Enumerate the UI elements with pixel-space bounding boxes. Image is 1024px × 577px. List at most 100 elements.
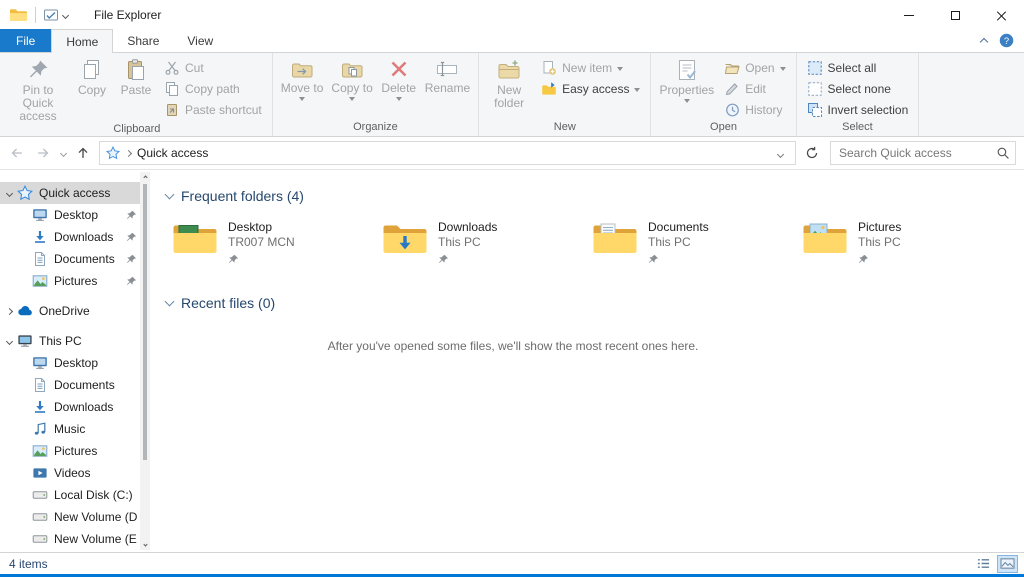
up-button[interactable] bbox=[70, 140, 96, 166]
copy-button[interactable]: Copy bbox=[70, 55, 114, 97]
disk-drive-icon bbox=[32, 531, 48, 547]
section-chevron-icon bbox=[164, 296, 175, 306]
breadcrumb-quick-access[interactable]: Quick access bbox=[133, 142, 212, 164]
select-none-button[interactable]: Select none bbox=[801, 78, 915, 99]
sidebar-item-new-volume-d[interactable]: New Volume (D: bbox=[0, 506, 150, 528]
sidebar-item-music[interactable]: Music bbox=[0, 418, 150, 440]
copy-to-button[interactable]: Copy to bbox=[327, 55, 376, 101]
details-view-button[interactable] bbox=[973, 555, 994, 573]
scroll-down-button[interactable] bbox=[140, 539, 150, 550]
sidebar-item-pictures-pinned[interactable]: Pictures bbox=[0, 270, 150, 292]
minimize-ribbon-chevron-icon[interactable] bbox=[979, 37, 989, 47]
paste-shortcut-button[interactable]: Paste shortcut bbox=[158, 99, 268, 120]
chevron-right-icon[interactable] bbox=[3, 305, 15, 317]
minimize-button[interactable] bbox=[886, 0, 932, 30]
folder-tile-pictures[interactable]: Pictures This PC bbox=[800, 218, 1010, 267]
folder-tile-desktop[interactable]: Desktop TR007 MCN bbox=[170, 218, 380, 267]
paste-icon bbox=[124, 58, 148, 82]
sidebar-item-quick-access[interactable]: Quick access bbox=[0, 182, 150, 204]
history-button[interactable]: History bbox=[718, 99, 791, 120]
sidebar-item-videos[interactable]: Videos bbox=[0, 462, 150, 484]
new-folder-button[interactable]: New folder bbox=[483, 55, 535, 110]
sidebar-item-desktop[interactable]: Desktop bbox=[0, 352, 150, 374]
tab-view[interactable]: View bbox=[173, 29, 227, 52]
sidebar-item-documents-pinned[interactable]: Documents bbox=[0, 248, 150, 270]
paste-button[interactable]: Paste bbox=[114, 55, 158, 97]
sidebar-item-documents[interactable]: Documents bbox=[0, 374, 150, 396]
breadcrumb-chevron-icon[interactable] bbox=[124, 149, 133, 157]
back-button[interactable] bbox=[4, 140, 30, 166]
delete-button[interactable]: Delete bbox=[377, 55, 421, 101]
search-input[interactable] bbox=[839, 146, 996, 160]
section-title: Recent files (0) bbox=[181, 295, 276, 311]
group-label-open: Open bbox=[710, 121, 737, 133]
refresh-button[interactable] bbox=[799, 140, 825, 166]
tab-share[interactable]: Share bbox=[113, 29, 173, 52]
frequent-folders-header[interactable]: Frequent folders (4) bbox=[162, 180, 1024, 206]
dropdown-arrow-icon bbox=[349, 97, 356, 101]
frequent-folders-tiles: Desktop TR007 MCN Downloads This PC Docu… bbox=[162, 206, 1024, 271]
easy-access-button[interactable]: Easy access bbox=[535, 78, 646, 99]
dropdown-arrow-icon bbox=[634, 87, 641, 92]
invert-selection-button[interactable]: Invert selection bbox=[801, 99, 915, 120]
folder-tile-downloads[interactable]: Downloads This PC bbox=[380, 218, 590, 267]
chevron-down-icon[interactable] bbox=[3, 187, 15, 199]
edit-pencil-icon bbox=[724, 81, 740, 97]
new-item-button[interactable]: New item bbox=[535, 57, 646, 78]
scroll-up-button[interactable] bbox=[140, 172, 150, 183]
copy-icon bbox=[80, 58, 104, 82]
close-button[interactable] bbox=[978, 0, 1024, 30]
search-magnifier-icon[interactable] bbox=[996, 146, 1010, 160]
tile-location: This PC bbox=[648, 235, 691, 249]
tab-file[interactable]: File bbox=[0, 29, 52, 52]
dropdown-arrow-icon bbox=[617, 66, 624, 71]
tile-location: This PC bbox=[438, 235, 481, 249]
sidebar-item-downloads-pinned[interactable]: Downloads bbox=[0, 226, 150, 248]
sidebar-item-downloads[interactable]: Downloads bbox=[0, 396, 150, 418]
select-all-button[interactable]: Select all bbox=[801, 57, 915, 78]
onedrive-cloud-icon bbox=[17, 303, 33, 319]
sidebar-item-label: Videos bbox=[54, 466, 91, 480]
pin-icon bbox=[858, 254, 869, 265]
sidebar-item-desktop-pinned[interactable]: Desktop bbox=[0, 204, 150, 226]
select-none-icon bbox=[807, 81, 823, 97]
open-button[interactable]: Open bbox=[718, 57, 791, 78]
edit-button[interactable]: Edit bbox=[718, 78, 791, 99]
downloads-folder-icon bbox=[382, 220, 428, 258]
move-to-button[interactable]: Move to bbox=[277, 55, 328, 101]
maximize-button[interactable] bbox=[932, 0, 978, 30]
recent-locations-button[interactable] bbox=[56, 140, 70, 166]
rename-button[interactable]: Rename bbox=[421, 55, 474, 95]
cut-button[interactable]: Cut bbox=[158, 57, 268, 78]
tab-home[interactable]: Home bbox=[51, 29, 114, 53]
folder-tile-documents[interactable]: Documents This PC bbox=[590, 218, 800, 267]
sidebar-item-label: Documents bbox=[54, 252, 115, 266]
qat-customize-chevron-icon[interactable] bbox=[61, 11, 70, 19]
pin-to-quick-access-button[interactable]: Pin to Quick access bbox=[6, 55, 70, 123]
forward-button[interactable] bbox=[30, 140, 56, 166]
scrollbar-thumb[interactable] bbox=[143, 184, 147, 460]
close-icon bbox=[996, 10, 1007, 21]
copy-path-button[interactable]: Copy path bbox=[158, 78, 268, 99]
thumbnails-view-button[interactable] bbox=[997, 554, 1018, 573]
sidebar-item-onedrive[interactable]: OneDrive bbox=[0, 300, 150, 322]
sidebar-item-label: Downloads bbox=[54, 230, 114, 244]
sidebar-item-pictures[interactable]: Pictures bbox=[0, 440, 150, 462]
properties-button[interactable]: Properties bbox=[655, 55, 718, 103]
recent-files-header[interactable]: Recent files (0) bbox=[162, 287, 1024, 313]
sidebar-item-this-pc[interactable]: This PC bbox=[0, 330, 150, 352]
documents-page-icon bbox=[32, 377, 48, 393]
sidebar-item-label: This PC bbox=[39, 334, 82, 348]
address-dropdown-button[interactable] bbox=[772, 146, 789, 160]
history-clock-icon bbox=[724, 102, 740, 118]
address-bar[interactable]: Quick access bbox=[99, 141, 796, 165]
chevron-down-icon[interactable] bbox=[3, 335, 15, 347]
sidebar-item-new-volume-e[interactable]: New Volume (E: bbox=[0, 528, 150, 550]
sidebar-item-local-disk-c[interactable]: Local Disk (C:) bbox=[0, 484, 150, 506]
file-explorer-app-icon bbox=[9, 7, 28, 23]
sidebar-scrollbar[interactable] bbox=[140, 172, 150, 550]
qat-properties-icon[interactable] bbox=[43, 8, 59, 22]
documents-folder-icon bbox=[592, 220, 638, 258]
dropdown-arrow-icon bbox=[779, 66, 786, 71]
help-icon[interactable]: ? bbox=[999, 33, 1014, 48]
